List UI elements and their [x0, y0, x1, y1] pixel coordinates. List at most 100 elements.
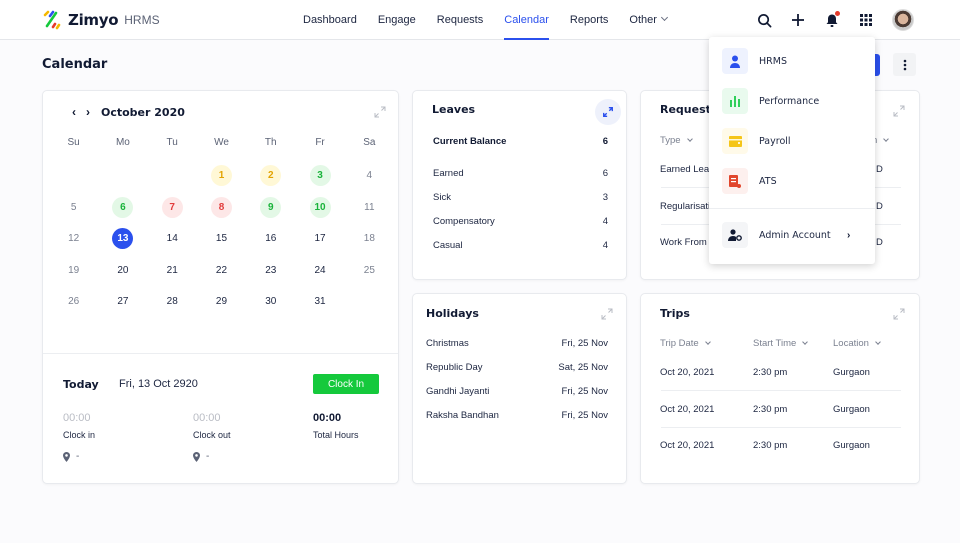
holiday-row: Raksha Bandhan Fri, 25 Nov	[426, 410, 608, 421]
holidays-title: Holidays	[426, 307, 479, 320]
trip-time: 2:30 pm	[753, 440, 788, 451]
calendar-month-label: October 2020	[101, 105, 185, 119]
calendar-day[interactable]: 6	[112, 196, 134, 218]
request-status: D	[876, 237, 883, 248]
calendar-day[interactable]: 8	[210, 196, 232, 218]
calendar-grid: Su Mo Tu We Th Fr Sa 1 2 3 4 5 6 7 8 9 10 11 12 13 14…	[49, 133, 394, 318]
calendar-day[interactable]: 7	[161, 196, 183, 218]
menu-item-admin-account[interactable]: Admin Account ›	[709, 215, 875, 255]
menu-item-hrms[interactable]: HRMS	[709, 41, 875, 81]
calendar-day[interactable]: 24	[310, 260, 331, 281]
menu-item-label: Payroll	[759, 135, 791, 147]
leave-type: Casual	[433, 240, 463, 251]
calendar-week-row: 12 13 14 15 16 17 18	[49, 223, 394, 255]
calendar-day[interactable]: 2	[260, 165, 282, 187]
calendar-week-row: 1 2 3 4	[49, 160, 394, 192]
search-button[interactable]	[752, 8, 776, 32]
calendar-day[interactable]: 5	[63, 197, 84, 218]
apps-grid-icon	[860, 14, 872, 26]
chevron-down-icon	[704, 339, 711, 345]
zimyo-logo-icon	[43, 10, 61, 30]
brand-name: Zimyo	[68, 11, 119, 29]
calendar-day-today[interactable]: 13	[112, 228, 134, 250]
calendar-day[interactable]: 1	[210, 165, 232, 187]
nav-engage[interactable]: Engage	[378, 0, 416, 40]
expand-icon[interactable]	[373, 105, 387, 119]
holiday-row: Christmas Fri, 25 Nov	[426, 338, 608, 349]
chevron-down-icon	[883, 136, 890, 142]
expand-icon[interactable]	[892, 307, 906, 321]
menu-item-payroll[interactable]: Payroll	[709, 121, 875, 161]
calendar-day[interactable]: 29	[211, 291, 232, 312]
calendar-day[interactable]: 11	[359, 197, 380, 218]
calendar-day[interactable]: 12	[63, 228, 84, 249]
calendar-cell: 14	[148, 228, 197, 249]
calendar-cell: 2	[246, 165, 295, 187]
calendar-day[interactable]: 27	[112, 291, 133, 312]
current-balance-row: Current Balance 6	[433, 136, 608, 147]
apps-button[interactable]	[854, 8, 878, 32]
calendar-day[interactable]: 23	[260, 260, 281, 281]
menu-item-performance[interactable]: Performance	[709, 81, 875, 121]
leaves-title: Leaves	[432, 103, 476, 116]
leave-count: 6	[602, 168, 608, 179]
expand-icon[interactable]	[892, 104, 906, 118]
clock-in-time: 00:00	[63, 412, 91, 424]
calendar-day[interactable]: 18	[359, 228, 380, 249]
calendar-day[interactable]: 19	[63, 260, 84, 281]
calendar-day[interactable]: 9	[260, 196, 282, 218]
column-header-type[interactable]: Type	[660, 135, 693, 146]
nav-other[interactable]: Other	[629, 0, 668, 40]
column-header-start-time[interactable]: Start Time	[753, 338, 809, 349]
add-button[interactable]	[786, 8, 810, 32]
calendar-cell: 27	[98, 291, 147, 312]
nav-reports[interactable]: Reports	[570, 0, 609, 40]
avatar[interactable]	[892, 9, 914, 31]
chevron-right-icon: ›	[847, 229, 851, 241]
calendar-day[interactable]: 28	[162, 291, 183, 312]
column-header-location[interactable]: Location	[833, 338, 881, 349]
expand-icon[interactable]	[600, 307, 614, 321]
logo[interactable]: Zimyo HRMS	[42, 10, 160, 30]
weekday-label: We	[214, 136, 229, 148]
calendar-day[interactable]: 21	[162, 260, 183, 281]
calendar-day[interactable]: 14	[162, 228, 183, 249]
calendar-day[interactable]: 31	[310, 291, 331, 312]
search-icon	[757, 13, 771, 27]
notifications-button[interactable]	[820, 8, 844, 32]
calendar-day[interactable]: 16	[260, 228, 281, 249]
calendar-day[interactable]: 10	[309, 196, 331, 218]
calendar-day[interactable]: 30	[260, 291, 281, 312]
menu-item-ats[interactable]: ATS	[709, 161, 875, 201]
previous-month-button[interactable]: ‹	[67, 105, 81, 119]
holiday-name: Raksha Bandhan	[426, 410, 499, 421]
nav-requests[interactable]: Requests	[437, 0, 483, 40]
expand-button[interactable]	[595, 99, 621, 125]
trip-date: Oct 20, 2021	[660, 404, 715, 415]
holiday-date: Sat, 25 Nov	[558, 362, 608, 373]
clock-in-button[interactable]: Clock In	[313, 374, 379, 394]
calendar-day[interactable]: 26	[63, 291, 84, 312]
calendar-cell: 21	[148, 260, 197, 281]
calendar-day[interactable]: 22	[211, 260, 232, 281]
column-label: Type	[660, 135, 681, 146]
more-options-button[interactable]	[893, 53, 916, 76]
leave-type: Earned	[433, 168, 464, 179]
chevron-down-icon	[875, 339, 881, 345]
nav-calendar[interactable]: Calendar	[504, 0, 549, 40]
holiday-date: Fri, 25 Nov	[561, 338, 608, 349]
total-hours-value: 00:00	[313, 412, 342, 424]
calendar-card: ‹ › October 2020 Su Mo Tu We Th Fr Sa 12…	[42, 90, 399, 484]
column-header-trip-date[interactable]: Trip Date	[660, 338, 711, 349]
calendar-day[interactable]: 4	[359, 165, 380, 186]
request-status: D	[876, 201, 883, 212]
nav-dashboard[interactable]: Dashboard	[303, 0, 357, 40]
next-month-button[interactable]: ›	[81, 105, 95, 119]
calendar-day[interactable]: 25	[359, 260, 380, 281]
calendar-day[interactable]: 15	[211, 228, 232, 249]
calendar-day[interactable]: 3	[309, 165, 331, 187]
calendar-cell: 5	[49, 197, 98, 218]
leave-row: Earned 6	[433, 168, 608, 179]
calendar-day[interactable]: 20	[112, 260, 133, 281]
calendar-day[interactable]: 17	[310, 228, 331, 249]
